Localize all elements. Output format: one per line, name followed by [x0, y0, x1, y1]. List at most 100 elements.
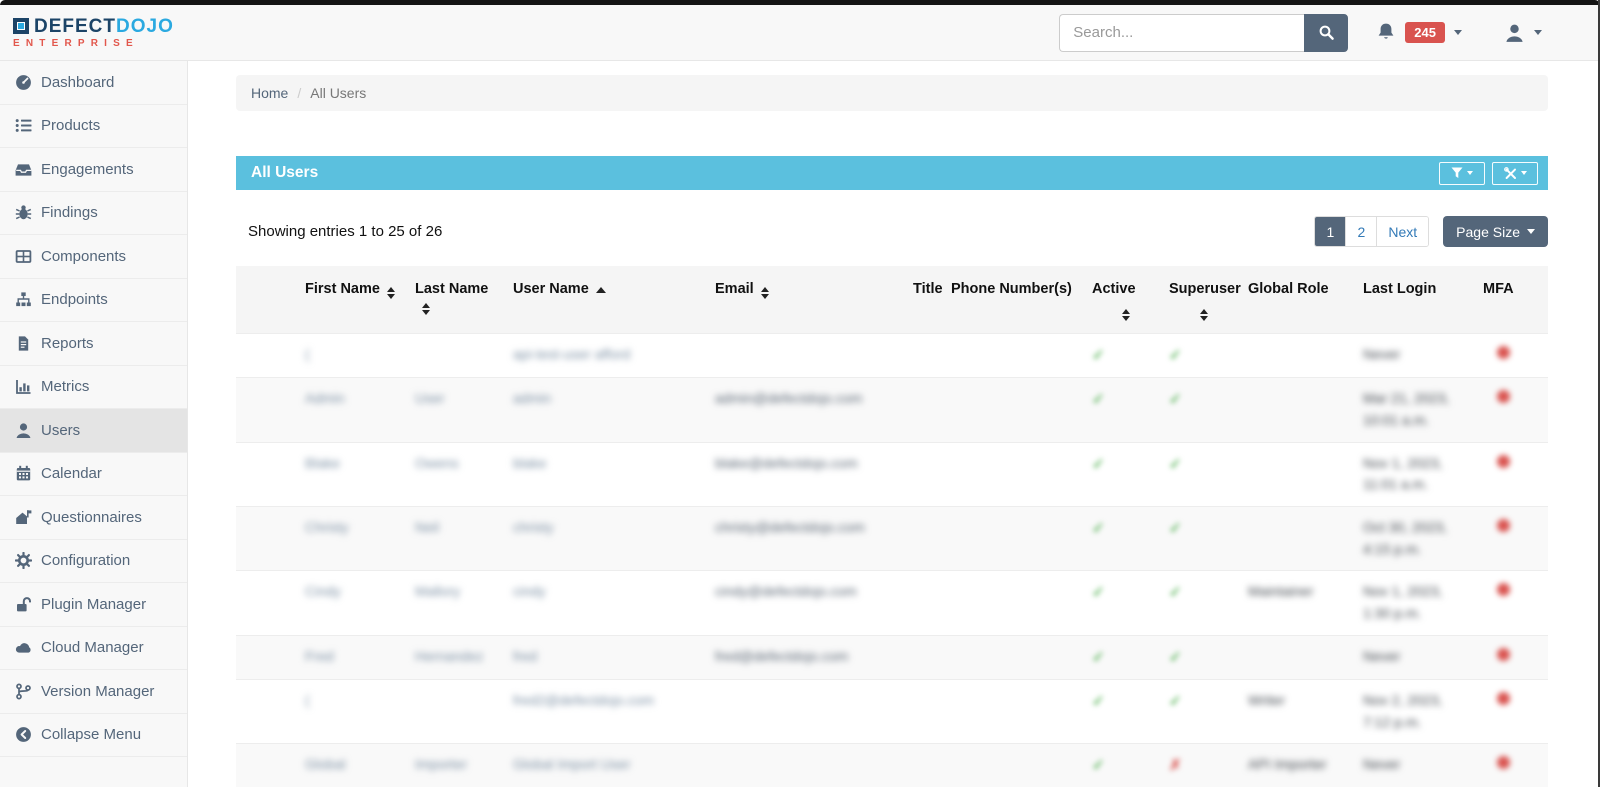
cell-mfa: [1478, 571, 1548, 635]
logo-enterprise-text: ENTERPRISE: [13, 39, 174, 49]
cell-role: API Importer: [1243, 744, 1358, 787]
column-label: Last Name: [415, 281, 488, 297]
column-header-last[interactable]: Last Name: [410, 266, 508, 334]
cell-email: blake@defectdojo.com: [710, 442, 908, 506]
cell-title: [908, 635, 946, 679]
cell-title: [908, 744, 946, 787]
sidebar-item-reports[interactable]: Reports: [0, 322, 187, 366]
sort-asc-icon: [596, 287, 606, 293]
cell-superuser: ✓: [1164, 507, 1243, 571]
cell-phone: [946, 635, 1087, 679]
last-link[interactable]: Importer: [415, 756, 467, 772]
arrow-left-circle-icon: [15, 726, 32, 743]
sidebar-item-questionnaires[interactable]: Questionnaires: [0, 496, 187, 540]
superuser-check-icon: ✓: [1169, 649, 1182, 666]
pagination: 1 2 Next: [1314, 216, 1429, 247]
cell-active: ✓: [1087, 635, 1164, 679]
user-link[interactable]: fred: [513, 648, 537, 664]
user-link[interactable]: Global Import User: [513, 756, 630, 772]
first-link[interactable]: Blake: [305, 455, 340, 471]
user-menu[interactable]: [1504, 23, 1542, 43]
sidebar-item-version-manager[interactable]: Version Manager: [0, 670, 187, 714]
email-text: christy@defectdojo.com: [715, 519, 865, 535]
entries-summary: Showing entries 1 to 25 of 26: [236, 223, 1314, 240]
last-link[interactable]: Neil: [415, 519, 439, 535]
sidebar-item-components[interactable]: Components: [0, 235, 187, 279]
last-link[interactable]: User: [415, 390, 445, 406]
sidebar-item-label: Cloud Manager: [41, 639, 144, 656]
sidebar-item-configuration[interactable]: Configuration: [0, 540, 187, 584]
sidebar-item-products[interactable]: Products: [0, 105, 187, 149]
first-link[interactable]: Global: [305, 756, 345, 772]
user-link[interactable]: cindy: [513, 583, 546, 599]
sidebar-item-users[interactable]: Users: [0, 409, 187, 453]
tools-dropdown-button[interactable]: [1492, 162, 1538, 185]
column-header-spacer: [236, 266, 300, 334]
next-page-button[interactable]: Next: [1377, 217, 1428, 246]
cell-mfa: [1478, 635, 1548, 679]
first-link[interactable]: Fred: [305, 648, 334, 664]
cell-spacer: [236, 635, 300, 679]
cell-role: [1243, 507, 1358, 571]
column-label: Superuser: [1169, 281, 1241, 297]
column-label: Active: [1092, 281, 1136, 297]
page-1-button[interactable]: 1: [1315, 217, 1346, 246]
app-logo[interactable]: DEFECTDOJO ENTERPRISE: [13, 17, 174, 49]
calendar-icon: [15, 465, 32, 482]
active-check-icon: ✓: [1092, 347, 1105, 364]
sidebar-item-collapse-menu[interactable]: Collapse Menu: [0, 714, 187, 758]
cell-user: fred2@defectdojo.com: [508, 680, 710, 744]
column-label: Global Role: [1248, 281, 1329, 297]
sidebar-item-calendar[interactable]: Calendar: [0, 453, 187, 497]
filter-dropdown-button[interactable]: [1439, 162, 1485, 185]
first-link[interactable]: Cindy: [305, 583, 341, 599]
column-header-first[interactable]: First Name: [300, 266, 410, 334]
user-link[interactable]: christy: [513, 519, 553, 535]
first-link[interactable]: (: [305, 346, 310, 362]
cell-login: Oct 30, 2023, 4:15 p.m.: [1358, 507, 1478, 571]
sidebar-item-endpoints[interactable]: Endpoints: [0, 279, 187, 323]
sort-icon-wrap: [1092, 303, 1159, 321]
notifications-menu[interactable]: 245: [1376, 22, 1462, 43]
column-header-email[interactable]: Email: [710, 266, 908, 334]
column-label: Email: [715, 281, 754, 297]
breadcrumb-current: All Users: [310, 85, 366, 101]
user-link[interactable]: admin: [513, 390, 551, 406]
sidebar-item-findings[interactable]: Findings: [0, 192, 187, 236]
last-link[interactable]: Hernandez: [415, 648, 484, 664]
table-row: FredHernandezfredfred@defectdojo.com✓✓Ne…: [236, 635, 1548, 679]
sidebar-item-metrics[interactable]: Metrics: [0, 366, 187, 410]
active-check-icon: ✓: [1092, 693, 1105, 710]
page-2-button[interactable]: 2: [1346, 217, 1377, 246]
last-link[interactable]: Mallory: [415, 583, 460, 599]
column-header-active[interactable]: Active: [1087, 266, 1164, 334]
sidebar-item-dashboard[interactable]: Dashboard: [0, 61, 187, 105]
sidebar-item-label: Dashboard: [41, 74, 114, 91]
cell-spacer: [236, 507, 300, 571]
cell-last: User: [410, 378, 508, 442]
last-link[interactable]: Owens: [415, 455, 459, 471]
first-link[interactable]: Christy: [305, 519, 349, 535]
panel-heading: All Users: [236, 156, 1548, 190]
column-header-user[interactable]: User Name: [508, 266, 710, 334]
cell-phone: [946, 680, 1087, 744]
active-check-icon: ✓: [1092, 456, 1105, 473]
sidebar-item-label: Components: [41, 248, 126, 265]
user-link[interactable]: fred2@defectdojo.com: [513, 692, 654, 708]
superuser-check-icon: ✓: [1169, 347, 1182, 364]
user-link[interactable]: blake: [513, 455, 546, 471]
sidebar-item-engagements[interactable]: Engagements: [0, 148, 187, 192]
first-link[interactable]: Admin: [305, 390, 345, 406]
page-size-button[interactable]: Page Size: [1443, 216, 1548, 247]
sidebar-item-cloud-manager[interactable]: Cloud Manager: [0, 627, 187, 671]
cell-last: Hernandez: [410, 635, 508, 679]
page-title: All Users: [251, 164, 1432, 182]
sidebar-item-plugin-manager[interactable]: Plugin Manager: [0, 583, 187, 627]
first-link[interactable]: (: [305, 692, 310, 708]
cell-phone: [946, 571, 1087, 635]
search-input[interactable]: [1059, 14, 1304, 52]
user-link[interactable]: api-test-user afford: [513, 346, 630, 362]
breadcrumb-home-link[interactable]: Home: [251, 85, 288, 101]
column-header-superuser[interactable]: Superuser: [1164, 266, 1243, 334]
search-button[interactable]: [1304, 14, 1348, 52]
